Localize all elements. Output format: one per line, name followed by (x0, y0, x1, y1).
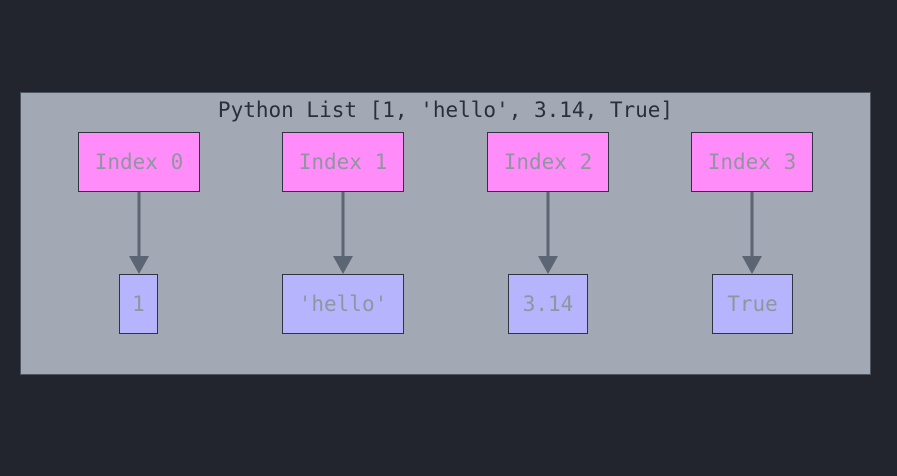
value-node-2: 3.14 (508, 274, 588, 334)
index-node-2: Index 2 (487, 132, 609, 192)
index-node-0: Index 0 (78, 132, 200, 192)
index-node-1: Index 1 (282, 132, 404, 192)
value-node-0: 1 (119, 274, 158, 334)
value-node-3: True (712, 274, 793, 334)
index-node-3: Index 3 (691, 132, 813, 192)
value-node-1: 'hello' (282, 274, 404, 334)
diagram-title: Python List [1, 'hello', 3.14, True] (217, 98, 674, 122)
